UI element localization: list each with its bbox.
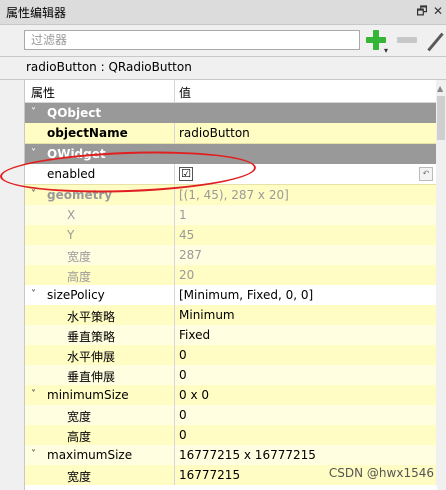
dropdown-arrow-icon: ▾ <box>384 46 389 55</box>
chevron-down-icon[interactable]: ˅ <box>31 449 36 460</box>
object-class-label: radioButton : QRadioButton <box>0 56 446 80</box>
filter-field[interactable] <box>24 30 371 50</box>
property-row-y[interactable]: Y 45 <box>25 225 437 245</box>
category-row-qwidget[interactable]: ˅ QWidget <box>25 144 437 164</box>
chevron-down-icon[interactable]: ˅ <box>31 107 36 118</box>
wrench-icon <box>427 32 444 52</box>
remove-property-button[interactable] <box>396 28 418 52</box>
property-row-maximumsize[interactable]: ˅ maximumSize 16777215 x 16777215 <box>25 445 437 465</box>
property-row-minimumsize[interactable]: ˅ minimumSize 0 x 0 <box>25 385 437 405</box>
category-row-qobject[interactable]: ˅ QObject <box>25 103 437 123</box>
property-row-geometry[interactable]: ˅ geometry [(1, 45), 287 x 20] <box>25 185 437 205</box>
configure-button[interactable] <box>424 28 446 52</box>
chevron-down-icon[interactable]: ˅ <box>31 289 36 300</box>
enabled-checkbox[interactable]: ☑ <box>179 167 193 181</box>
chevron-down-icon[interactable]: ˅ <box>31 389 36 400</box>
property-row-x[interactable]: X 1 <box>25 205 437 225</box>
window-title: 属性编辑器 <box>6 6 67 20</box>
chevron-down-icon[interactable]: ˅ <box>31 148 36 159</box>
scrollbar-thumb[interactable] <box>437 96 445 140</box>
close-button[interactable]: ✕ <box>430 3 446 19</box>
add-property-button[interactable]: ▾ <box>364 28 389 55</box>
title-bar: 属性编辑器 🗗 ✕ <box>0 0 446 25</box>
property-row-enabled[interactable]: enabled ☑ ↶ <box>25 164 437 185</box>
watermark: CSDN @hwx1546 <box>328 466 434 480</box>
value-objectname[interactable]: radioButton <box>179 126 250 140</box>
property-row-objectname[interactable]: objectName radioButton <box>25 123 437 144</box>
property-row-sizepolicy[interactable]: ˅ sizePolicy [Minimum, Fixed, 0, 0] <box>25 285 437 305</box>
property-row-min-height[interactable]: 高度 0 <box>25 425 437 445</box>
property-row-hpolicy[interactable]: 水平策略 Minimum <box>25 305 437 325</box>
property-row-width[interactable]: 宽度 287 <box>25 245 437 265</box>
property-row-vpolicy[interactable]: 垂直策略 Fixed <box>25 325 437 345</box>
reset-icon[interactable]: ↶ <box>419 167 433 181</box>
property-row-hstretch[interactable]: 水平伸展 0 <box>25 345 437 365</box>
scroll-up-icon[interactable]: ▲ <box>437 84 443 93</box>
property-table: 属性 值 ˅ QObject objectName radioButton ˅ QW… <box>24 80 437 490</box>
vertical-scrollbar[interactable]: ▲ <box>436 80 446 486</box>
table-header: 属性 值 <box>25 80 437 103</box>
float-button[interactable]: 🗗 <box>414 3 430 19</box>
object-class-text: radioButton : QRadioButton <box>26 60 192 74</box>
property-row-height[interactable]: 高度 20 <box>25 265 437 285</box>
header-property[interactable]: 属性 <box>31 84 55 101</box>
chevron-down-icon[interactable]: ˅ <box>31 189 36 200</box>
filter-input[interactable] <box>25 31 371 49</box>
property-row-min-width[interactable]: 宽度 0 <box>25 405 437 425</box>
header-value[interactable]: 值 <box>179 84 191 101</box>
minus-icon <box>397 37 417 43</box>
property-row-vstretch[interactable]: 垂直伸展 0 <box>25 365 437 385</box>
